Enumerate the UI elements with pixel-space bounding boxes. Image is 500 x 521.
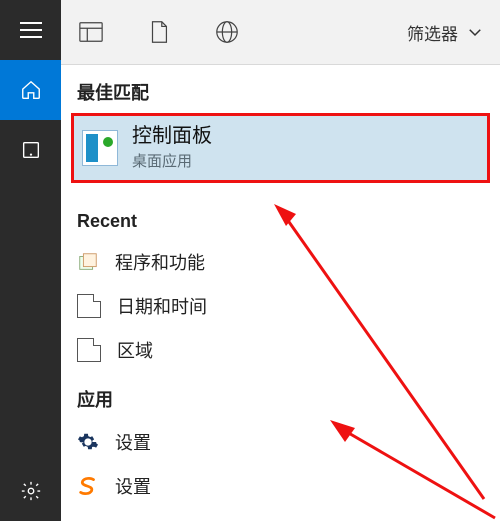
document-icon [77, 294, 101, 318]
home-icon[interactable] [0, 60, 61, 120]
programs-icon [77, 251, 99, 273]
filter-dropdown[interactable]: 筛选器 [407, 20, 484, 45]
gear-icon [77, 431, 99, 453]
control-panel-icon [82, 130, 118, 166]
best-match-result[interactable]: 控制面板 桌面应用 [71, 113, 490, 183]
document-icon [77, 338, 101, 362]
search-topbar: 筛选器 [61, 0, 500, 65]
web-scope-icon[interactable] [213, 18, 241, 46]
app-item-label: 设置 [115, 429, 151, 455]
best-match-title: 控制面板 [132, 125, 212, 147]
recent-item-label: 区域 [117, 337, 153, 363]
recent-item[interactable]: 程序和功能 [61, 240, 500, 284]
start-sidebar [0, 0, 61, 521]
best-match-subtitle: 桌面应用 [132, 150, 212, 171]
recent-item-label: 日期和时间 [117, 293, 207, 319]
app-item[interactable]: 设置 [61, 420, 500, 464]
section-recent: Recent [61, 197, 500, 240]
search-panel: 筛选器 最佳匹配 控制面板 桌面应用 Recent 程序和功能 日期和时间 [61, 0, 500, 521]
chevron-down-icon [466, 23, 484, 41]
app-item-label: 设置 [115, 473, 151, 499]
recent-item-label: 程序和功能 [115, 249, 205, 275]
section-suggestions: 搜索建议 [61, 508, 500, 521]
section-best-match: 最佳匹配 [61, 65, 500, 113]
frame-icon[interactable] [0, 120, 61, 180]
hamburger-menu[interactable] [0, 0, 61, 60]
section-apps: 应用 [61, 372, 500, 420]
recent-item[interactable]: 日期和时间 [61, 284, 500, 328]
filter-label: 筛选器 [407, 20, 458, 45]
documents-scope-icon[interactable] [145, 18, 173, 46]
apps-scope-icon[interactable] [77, 18, 105, 46]
orange-s-icon [77, 475, 99, 497]
app-item[interactable]: 设置 [61, 464, 500, 508]
recent-item[interactable]: 区域 [61, 328, 500, 372]
settings-gear-icon[interactable] [0, 461, 61, 521]
